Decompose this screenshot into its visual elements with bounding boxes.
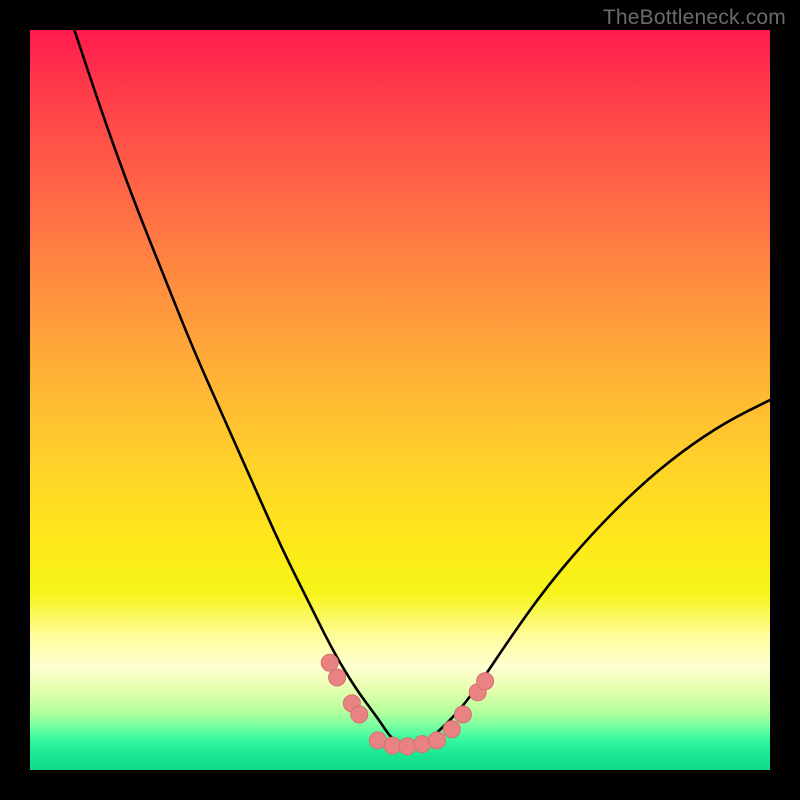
curve-marker	[443, 721, 460, 738]
curve-marker	[414, 736, 431, 753]
bottleneck-curve	[74, 30, 770, 747]
curve-svg	[30, 30, 770, 770]
chart-frame: TheBottleneck.com	[0, 0, 800, 800]
curve-marker	[329, 669, 346, 686]
curve-marker	[477, 673, 494, 690]
curve-marker	[399, 738, 416, 755]
plot-area	[30, 30, 770, 770]
curve-marker	[351, 706, 368, 723]
curve-markers	[321, 654, 493, 755]
curve-marker	[429, 732, 446, 749]
attribution-watermark: TheBottleneck.com	[603, 6, 786, 30]
curve-marker	[454, 706, 471, 723]
